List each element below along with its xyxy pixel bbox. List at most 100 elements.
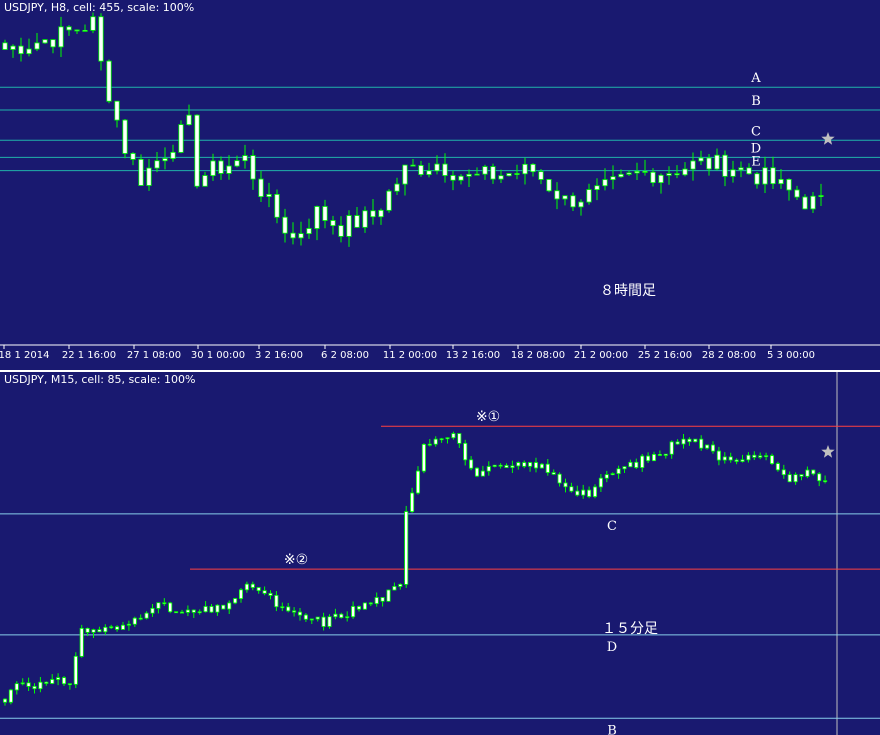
m15-candle [274,595,279,608]
m15-annotation: １５分足 [602,621,658,637]
m15-candle [73,655,78,685]
m15-candle [545,463,550,473]
m15-candle [657,454,662,456]
h8-chart[interactable]: ABCDE18 1 2014 22 1 16:00 27 1 08:00 30 1 0… [0,0,880,370]
h8-candle [50,39,56,48]
m15-candle [610,473,615,476]
m15-candle [79,627,84,657]
m15-candle [817,473,822,482]
h8-candle [154,160,160,169]
h8-candle [650,171,656,184]
m15-candle [528,462,533,467]
m15-candle [268,592,273,596]
m15-candle [474,467,480,477]
m15-candle [486,466,491,472]
h8-candle [578,201,584,208]
m15-candle [533,462,539,469]
h8-candle [602,179,608,187]
h8-candle [802,196,808,210]
m15-candle [250,583,255,588]
h8-candle [530,163,536,173]
m15-candle [646,455,651,462]
m15-candle [769,455,775,464]
m15-candle [56,677,61,680]
m15-candle [775,463,780,471]
m15-candle [445,437,450,440]
m15-candle [669,441,674,455]
m15-candle [150,607,155,614]
m15-candle [2,698,8,703]
m15-candle [8,689,13,703]
m15-candle [38,681,43,690]
m15-candle [522,462,527,467]
h8-candle [626,172,632,175]
m15-candle [433,438,438,445]
m15-candle [569,486,574,492]
h8-candle [562,195,568,200]
h8-candle [570,195,576,208]
m15-candle [356,606,362,610]
m15-candle [510,465,515,468]
m15-candle [115,626,120,630]
h8-x-tick-label: 21 2 00:00 [574,350,628,361]
m15-candle [327,616,332,627]
h8-candle [90,16,96,31]
m15-candle [197,611,202,614]
h8-candle [226,165,232,174]
m15-candle [758,455,763,458]
m15-candle [592,486,598,497]
h8-candle [218,160,224,174]
h8-candle [466,173,472,177]
m15-candle [480,470,485,477]
m15-candle [634,461,639,468]
h8-candle [594,185,600,190]
m15-chart[interactable]: C D B ※① ※② １５分足 [0,372,880,735]
m15-candle [728,456,733,461]
m15-candle [103,626,108,633]
m15-candle [44,681,49,684]
m15-candle [132,617,137,625]
m15-candle [427,443,432,446]
h8-level-label: A [750,71,761,86]
h8-candle [450,175,456,181]
m15-candle [492,464,497,467]
m15-candle [309,618,314,621]
m15-candle [752,454,757,458]
m15-candle [333,613,338,618]
m15-candle [126,623,131,626]
m15-candle [292,610,297,613]
h8-candle [474,173,480,176]
m15-candle [563,482,568,488]
m15-candle [362,602,367,610]
m15-candle [498,464,503,467]
h8-candle [330,220,336,227]
m15-resistance-label: ※① [476,409,500,425]
h8-candle [186,114,192,126]
m15-candle [321,616,326,627]
h8-candle [642,171,648,173]
h8-candle [354,215,360,228]
h8-candle [10,45,16,50]
h8-chart-title: USDJPY, H8, cell: 455, scale: 100% [4,1,195,14]
m15-candle [716,450,721,461]
h8-candle [810,195,816,210]
m15-candle [504,465,509,468]
m15-chart-title: USDJPY, M15, cell: 85, scale: 100% [4,373,196,386]
h8-chart-panel[interactable]: A B C D E 18 1 2014 22 1 16:00 27 1 08:00 30 1 0… [0,0,880,372]
h8-candle [386,190,392,211]
m15-level-label: D [607,640,617,655]
m15-candle [32,685,37,690]
m15-candle [651,454,657,462]
m15-candle [598,477,603,488]
m15-candle [109,626,114,629]
m15-candle [410,492,415,512]
m15-candle [233,598,238,604]
m15-candle [280,606,285,609]
m15-chart-panel[interactable]: C D B ※① ※② １５分足 USDJPY, M15, cell: 85, scale… [0,372,880,735]
m15-candle [162,602,167,605]
h8-candle [666,173,672,176]
m15-candle [663,453,668,456]
h8-candle [338,225,344,237]
h8-candle [178,124,184,153]
m15-level-label: C [607,519,617,534]
